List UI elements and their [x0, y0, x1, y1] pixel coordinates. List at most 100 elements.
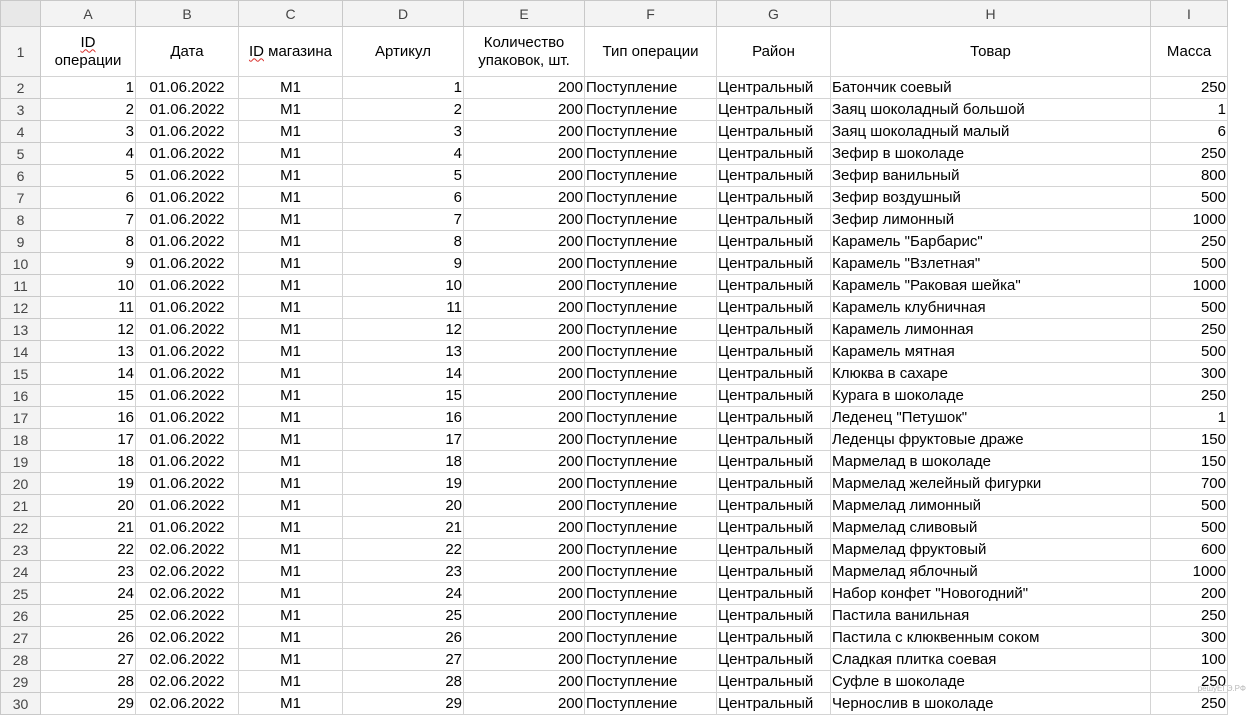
cell-district[interactable]: Центральный — [716, 450, 831, 473]
cell-article[interactable]: 11 — [342, 296, 464, 319]
cell-date[interactable]: 01.06.2022 — [135, 208, 239, 231]
cell-operation-type[interactable]: Поступление — [584, 252, 717, 275]
cell-product[interactable]: Зефир лимонный — [830, 208, 1151, 231]
cell-date[interactable]: 01.06.2022 — [135, 252, 239, 275]
cell-quantity[interactable]: 200 — [463, 516, 585, 539]
column-header-b[interactable]: B — [135, 0, 239, 27]
cell-product[interactable]: Карамель клубничная — [830, 296, 1151, 319]
cell-operation-id[interactable]: 19 — [40, 472, 136, 495]
select-all-corner[interactable] — [0, 0, 41, 27]
cell-product[interactable]: Карамель "Взлетная" — [830, 252, 1151, 275]
cell-date[interactable]: 01.06.2022 — [135, 362, 239, 385]
cell-operation-type[interactable]: Поступление — [584, 362, 717, 385]
cell-operation-type[interactable]: Поступление — [584, 604, 717, 627]
cell-operation-id[interactable]: 20 — [40, 494, 136, 517]
cell-quantity[interactable]: 200 — [463, 208, 585, 231]
cell-quantity[interactable]: 200 — [463, 582, 585, 605]
cell-article[interactable]: 17 — [342, 428, 464, 451]
cell-quantity[interactable]: 200 — [463, 428, 585, 451]
cell-shop-id[interactable]: М1 — [238, 274, 343, 297]
cell-district[interactable]: Центральный — [716, 318, 831, 341]
cell-operation-type[interactable]: Поступление — [584, 626, 717, 649]
cell-operation-id[interactable]: 9 — [40, 252, 136, 275]
cell-product[interactable]: Заяц шоколадный большой — [830, 98, 1151, 121]
header-cell-article[interactable]: Артикул — [342, 26, 464, 77]
cell-district[interactable]: Центральный — [716, 626, 831, 649]
cell-article[interactable]: 21 — [342, 516, 464, 539]
cell-article[interactable]: 12 — [342, 318, 464, 341]
row-number[interactable]: 29 — [0, 670, 41, 693]
cell-district[interactable]: Центральный — [716, 428, 831, 451]
cell-operation-id[interactable]: 25 — [40, 604, 136, 627]
cell-mass[interactable]: 250 — [1150, 604, 1228, 627]
cell-product[interactable]: Мармелад желейный фигурки — [830, 472, 1151, 495]
cell-operation-type[interactable]: Поступление — [584, 648, 717, 671]
cell-date[interactable]: 01.06.2022 — [135, 98, 239, 121]
cell-shop-id[interactable]: М1 — [238, 164, 343, 187]
cell-operation-type[interactable]: Поступление — [584, 406, 717, 429]
cell-district[interactable]: Центральный — [716, 230, 831, 253]
cell-article[interactable]: 19 — [342, 472, 464, 495]
cell-product[interactable]: Заяц шоколадный малый — [830, 120, 1151, 143]
cell-quantity[interactable]: 200 — [463, 296, 585, 319]
cell-operation-type[interactable]: Поступление — [584, 384, 717, 407]
cell-mass[interactable]: 250 — [1150, 230, 1228, 253]
cell-district[interactable]: Центральный — [716, 582, 831, 605]
row-number[interactable]: 27 — [0, 626, 41, 649]
cell-operation-type[interactable]: Поступление — [584, 186, 717, 209]
cell-district[interactable]: Центральный — [716, 692, 831, 715]
cell-shop-id[interactable]: М1 — [238, 340, 343, 363]
cell-product[interactable]: Мармелад сливовый — [830, 516, 1151, 539]
row-number[interactable]: 16 — [0, 384, 41, 407]
cell-district[interactable]: Центральный — [716, 142, 831, 165]
cell-shop-id[interactable]: М1 — [238, 142, 343, 165]
cell-operation-type[interactable]: Поступление — [584, 76, 717, 99]
cell-shop-id[interactable]: М1 — [238, 472, 343, 495]
cell-shop-id[interactable]: М1 — [238, 406, 343, 429]
cell-operation-id[interactable]: 24 — [40, 582, 136, 605]
row-number[interactable]: 10 — [0, 252, 41, 275]
cell-shop-id[interactable]: М1 — [238, 208, 343, 231]
cell-mass[interactable]: 150 — [1150, 428, 1228, 451]
cell-operation-id[interactable]: 22 — [40, 538, 136, 561]
cell-article[interactable]: 16 — [342, 406, 464, 429]
cell-date[interactable]: 01.06.2022 — [135, 230, 239, 253]
cell-product[interactable]: Карамель "Барбарис" — [830, 230, 1151, 253]
cell-date[interactable]: 02.06.2022 — [135, 626, 239, 649]
cell-article[interactable]: 20 — [342, 494, 464, 517]
cell-shop-id[interactable]: М1 — [238, 296, 343, 319]
cell-district[interactable]: Центральный — [716, 120, 831, 143]
cell-shop-id[interactable]: М1 — [238, 252, 343, 275]
row-number[interactable]: 17 — [0, 406, 41, 429]
cell-mass[interactable]: 1 — [1150, 406, 1228, 429]
cell-date[interactable]: 02.06.2022 — [135, 670, 239, 693]
cell-operation-id[interactable]: 29 — [40, 692, 136, 715]
cell-date[interactable]: 01.06.2022 — [135, 318, 239, 341]
cell-district[interactable]: Центральный — [716, 362, 831, 385]
cell-quantity[interactable]: 200 — [463, 142, 585, 165]
row-number[interactable]: 8 — [0, 208, 41, 231]
cell-mass[interactable]: 500 — [1150, 296, 1228, 319]
cell-mass[interactable]: 300 — [1150, 362, 1228, 385]
cell-article[interactable]: 25 — [342, 604, 464, 627]
cell-quantity[interactable]: 200 — [463, 98, 585, 121]
row-number[interactable]: 13 — [0, 318, 41, 341]
row-number[interactable]: 7 — [0, 186, 41, 209]
cell-date[interactable]: 01.06.2022 — [135, 186, 239, 209]
cell-shop-id[interactable]: М1 — [238, 626, 343, 649]
cell-product[interactable]: Набор конфет "Новогодний" — [830, 582, 1151, 605]
cell-mass[interactable]: 1 — [1150, 98, 1228, 121]
cell-date[interactable]: 02.06.2022 — [135, 582, 239, 605]
column-header-c[interactable]: C — [238, 0, 343, 27]
cell-operation-type[interactable]: Поступление — [584, 208, 717, 231]
cell-operation-type[interactable]: Поступление — [584, 560, 717, 583]
cell-operation-type[interactable]: Поступление — [584, 164, 717, 187]
cell-operation-type[interactable]: Поступление — [584, 274, 717, 297]
cell-product[interactable]: Пастила ванильная — [830, 604, 1151, 627]
cell-operation-id[interactable]: 2 — [40, 98, 136, 121]
cell-date[interactable]: 02.06.2022 — [135, 604, 239, 627]
cell-article[interactable]: 13 — [342, 340, 464, 363]
row-number[interactable]: 12 — [0, 296, 41, 319]
cell-quantity[interactable]: 200 — [463, 252, 585, 275]
cell-operation-id[interactable]: 12 — [40, 318, 136, 341]
